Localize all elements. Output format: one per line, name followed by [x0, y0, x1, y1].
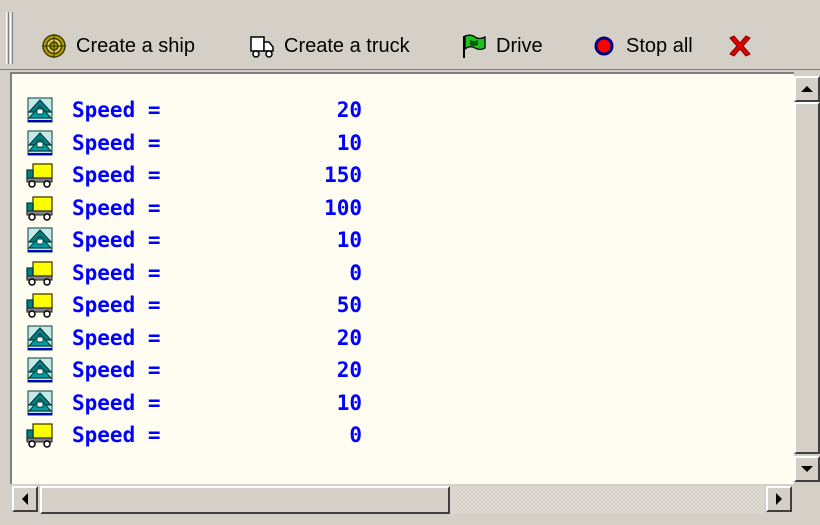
- speed-label: Speed =: [72, 358, 161, 383]
- vertical-track[interactable]: [794, 102, 820, 454]
- truck-icon: [26, 259, 54, 287]
- vehicle-row[interactable]: Speed = 20: [26, 354, 362, 387]
- vehicle-row[interactable]: Speed = 10: [26, 224, 362, 257]
- speed-label: Speed =: [72, 423, 161, 448]
- speed-label: Speed =: [72, 195, 161, 220]
- truck-icon: [26, 194, 54, 222]
- speed-value: 10: [336, 390, 362, 415]
- speed-label: Speed =: [72, 228, 161, 253]
- speed-value: 0: [349, 260, 362, 285]
- vertical-scrollbar[interactable]: [794, 72, 820, 484]
- arrow-left-icon: [22, 493, 28, 505]
- toolbar: Create a ship Create a truck Drive Stop …: [0, 0, 820, 70]
- speed-value: 10: [336, 228, 362, 253]
- truck-icon: [26, 421, 54, 449]
- speed-value: 20: [336, 358, 362, 383]
- vehicle-row[interactable]: Speed = 10: [26, 127, 362, 160]
- truck-icon: [26, 161, 54, 189]
- close-x-icon: [726, 32, 754, 60]
- speed-value: 0: [349, 423, 362, 448]
- vehicle-row[interactable]: Speed = 0: [26, 257, 362, 290]
- app-window: Create a ship Create a truck Drive Stop …: [0, 0, 820, 525]
- vehicle-rows: Speed = 20 Speed = 10 Speed = 150 Speed = 100 Sp…: [26, 94, 362, 452]
- create-truck-button[interactable]: Create a truck: [248, 28, 410, 64]
- horizontal-track[interactable]: [40, 486, 764, 514]
- vehicle-row[interactable]: Speed = 0: [26, 419, 362, 452]
- drive-button[interactable]: Drive: [460, 28, 543, 64]
- ship-icon: [26, 129, 54, 157]
- scroll-up-button[interactable]: [794, 76, 820, 102]
- speed-value: 10: [336, 130, 362, 155]
- arrow-right-icon: [776, 493, 782, 505]
- vehicle-row[interactable]: Speed = 20: [26, 322, 362, 355]
- speed-label: Speed =: [72, 130, 161, 155]
- arrow-down-icon: [801, 466, 813, 472]
- speed-value: 20: [336, 98, 362, 123]
- ship-icon: [26, 226, 54, 254]
- ship-icon: [26, 96, 54, 124]
- speed-label: Speed =: [72, 325, 161, 350]
- vehicle-row[interactable]: Speed = 150: [26, 159, 362, 192]
- ship-icon: [26, 324, 54, 352]
- scroll-down-button[interactable]: [794, 456, 820, 482]
- truck-icon: [26, 291, 54, 319]
- create-truck-label: Create a truck: [284, 34, 410, 57]
- speed-label: Speed =: [72, 390, 161, 415]
- vehicle-row[interactable]: Speed = 20: [26, 94, 362, 127]
- scroll-right-button[interactable]: [766, 486, 792, 512]
- ship-target-icon: [40, 32, 68, 60]
- green-flag-icon: [460, 32, 488, 60]
- scroll-left-button[interactable]: [12, 486, 38, 512]
- arrow-up-icon: [801, 86, 813, 92]
- truck-icon: [248, 32, 276, 60]
- toolbar-grip[interactable]: [6, 12, 14, 64]
- horizontal-scrollbar[interactable]: [10, 484, 794, 514]
- speed-label: Speed =: [72, 98, 161, 123]
- ship-icon: [26, 356, 54, 384]
- speed-value: 20: [336, 325, 362, 350]
- speed-value: 100: [324, 195, 362, 220]
- speed-label: Speed =: [72, 293, 161, 318]
- create-ship-button[interactable]: Create a ship: [40, 28, 195, 64]
- speed-label: Speed =: [72, 260, 161, 285]
- vehicle-row[interactable]: Speed = 10: [26, 387, 362, 420]
- speed-value: 150: [324, 163, 362, 188]
- speed-value: 50: [336, 293, 362, 318]
- stop-all-label: Stop all: [626, 34, 693, 57]
- vehicle-row[interactable]: Speed = 50: [26, 289, 362, 322]
- ship-icon: [26, 389, 54, 417]
- horizontal-thumb[interactable]: [40, 486, 450, 514]
- vehicle-row[interactable]: Speed = 100: [26, 192, 362, 225]
- vertical-thumb[interactable]: [794, 102, 820, 454]
- vehicle-list[interactable]: Speed = 20 Speed = 10 Speed = 150 Speed = 100 Sp…: [10, 72, 794, 484]
- stop-dot-icon: [590, 32, 618, 60]
- close-button[interactable]: [726, 28, 762, 64]
- create-ship-label: Create a ship: [76, 34, 195, 57]
- speed-label: Speed =: [72, 163, 161, 188]
- drive-label: Drive: [496, 34, 543, 57]
- scrollbar-corner: [794, 484, 820, 514]
- stop-all-button[interactable]: Stop all: [590, 28, 693, 64]
